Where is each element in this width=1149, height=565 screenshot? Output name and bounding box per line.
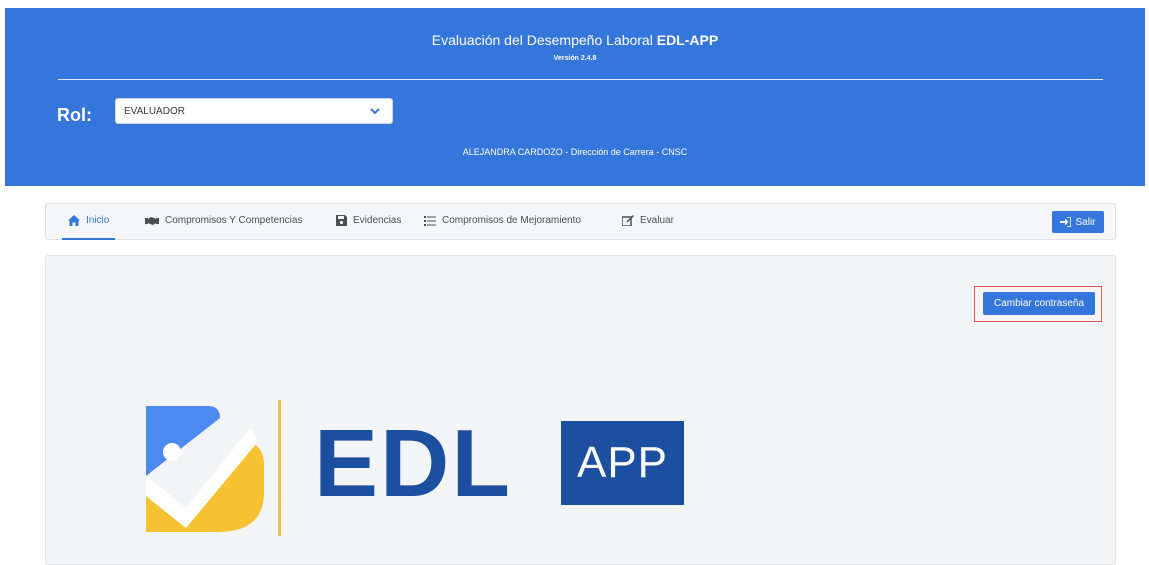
list-icon [424, 215, 436, 226]
chevron-down-icon [370, 108, 380, 115]
main-card: Cambiar contraseña EDL APP [45, 255, 1116, 565]
logo-edl-text: EDL [314, 410, 512, 517]
app-header: Evaluación del Desempeño Laboral EDL-APP… [5, 8, 1145, 186]
logo-divider [278, 400, 281, 536]
logout-label: Salir [1075, 216, 1096, 228]
user-info: ALEJANDRA CARDOZO - Dirección de Carrera… [462, 147, 688, 157]
nav-item-evaluar[interactable]: Evaluar [622, 215, 674, 226]
main-nav: Inicio Compromisos Y Competencias Eviden… [45, 203, 1116, 240]
role-select-value: EVALUADOR [124, 106, 185, 117]
nav-item-label: Evidencias [353, 215, 402, 226]
nav-item-label: Evaluar [640, 215, 674, 226]
logo-app-box: APP [561, 421, 684, 505]
nav-item-label: Compromisos Y Competencias [165, 215, 303, 226]
sign-in-icon [1060, 217, 1072, 227]
app-title: Evaluación del Desempeño Laboral EDL-APP [431, 32, 719, 48]
role-label: Rol: [57, 105, 92, 125]
edit-icon [622, 215, 634, 226]
handshake-icon [145, 216, 159, 225]
change-password-button[interactable]: Cambiar contraseña [983, 292, 1095, 315]
save-icon [336, 215, 347, 226]
home-icon [68, 215, 80, 226]
header-divider [58, 79, 1103, 80]
nav-item-compromisos-competencias[interactable]: Compromisos Y Competencias [145, 215, 302, 226]
nav-item-inicio[interactable]: Inicio [61, 215, 116, 240]
nav-item-compromisos-mejoramiento[interactable]: Compromisos de Mejoramiento [424, 215, 581, 226]
app-version: Versión 2.4.8 [553, 55, 597, 62]
logout-button[interactable]: Salir [1052, 211, 1104, 233]
role-select[interactable]: EVALUADOR [115, 98, 393, 124]
edl-app-logo: EDL APP [146, 396, 706, 536]
check-emblem-icon [146, 406, 264, 532]
nav-item-evidencias[interactable]: Evidencias [336, 215, 401, 226]
nav-item-label: Compromisos de Mejoramiento [442, 215, 581, 226]
nav-item-label: Inicio [86, 215, 110, 226]
